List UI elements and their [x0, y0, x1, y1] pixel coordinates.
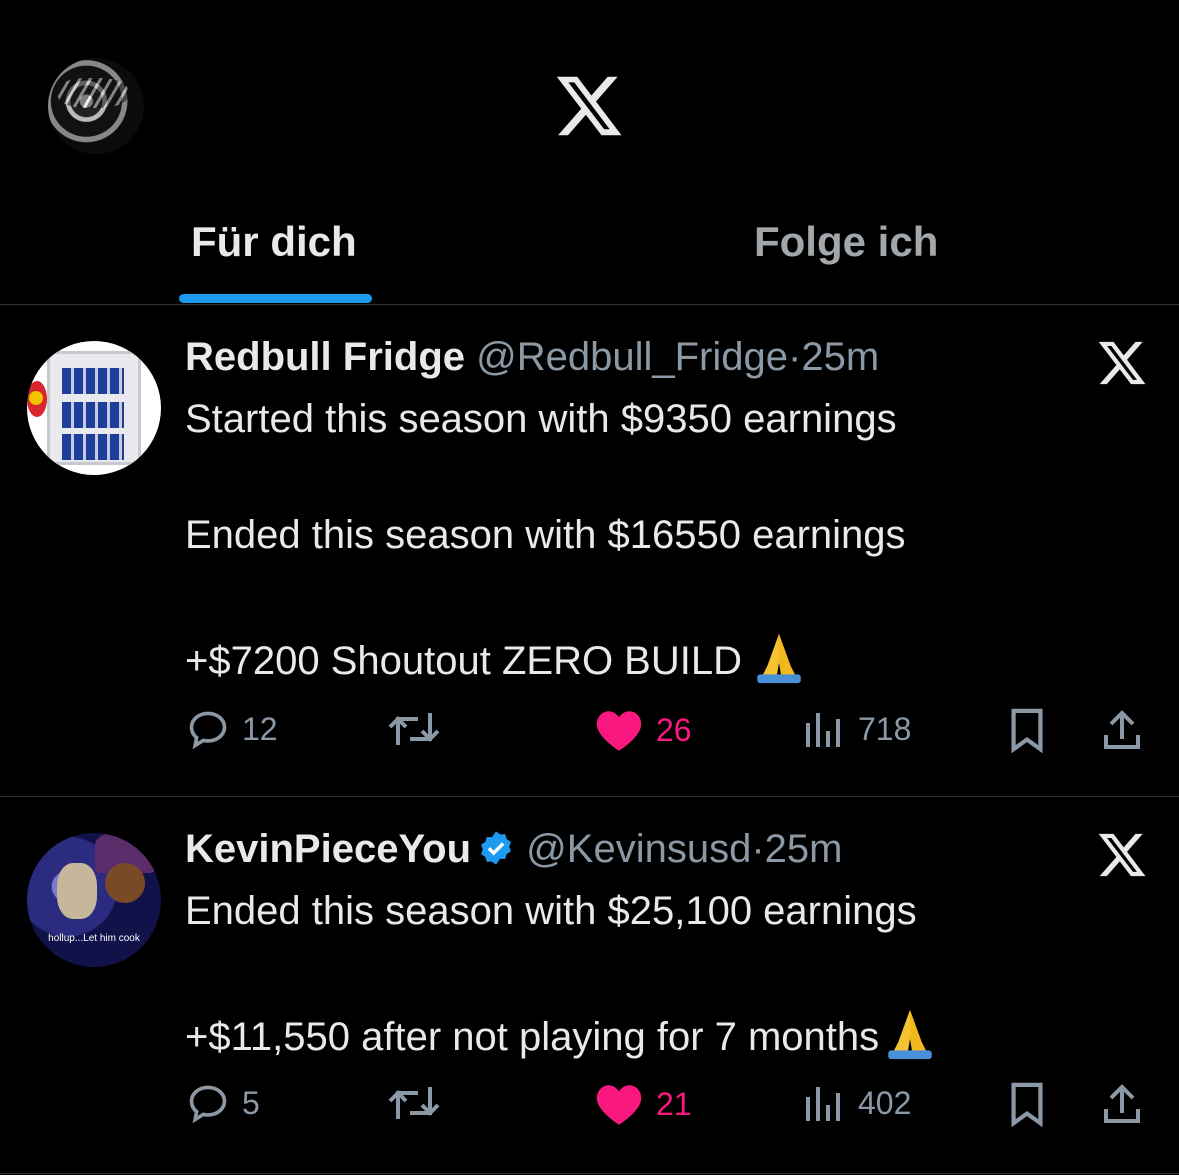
tweet[interactable]: Redbull Fridge @Redbull_Fridge·25m Start…: [0, 305, 1179, 797]
view-count: 402: [858, 1084, 912, 1121]
tab-following[interactable]: Folge ich: [754, 218, 938, 266]
repost-icon: [388, 713, 440, 745]
timestamp[interactable]: 25m: [801, 335, 879, 379]
tweet-text-line: Ended this season with $16550 earnings: [185, 513, 906, 557]
tweet-actions: 12 26 718: [0, 707, 1179, 757]
x-logo-icon: [1098, 341, 1146, 385]
tweet-text-line: +$11,550 after not playing for 7 months: [185, 1004, 939, 1062]
verified-badge-icon: [481, 831, 511, 865]
share-icon: [1104, 710, 1140, 749]
views-chart-icon: [806, 1087, 840, 1121]
user-handle[interactable]: @Kevinsusd: [526, 827, 751, 871]
reply-button[interactable]: 12: [186, 707, 278, 751]
views-button[interactable]: 718: [802, 707, 911, 751]
share-button[interactable]: [1098, 1081, 1146, 1129]
tweet-text-line: Ended this season with $25,100 earnings: [185, 889, 917, 933]
timestamp[interactable]: 25m: [765, 827, 843, 871]
display-name[interactable]: KevinPieceYou: [185, 827, 471, 871]
tweet-header: KevinPieceYou @Kevinsusd·25m: [185, 827, 842, 872]
reply-icon: [189, 711, 227, 750]
reply-button[interactable]: 5: [186, 1081, 260, 1125]
separator-dot: ·: [788, 335, 802, 379]
active-tab-indicator: [179, 294, 372, 303]
tweet-text: +$11,550 after not playing for 7 months: [185, 1015, 880, 1059]
bookmark-icon: [1011, 1082, 1043, 1127]
display-name[interactable]: Redbull Fridge: [185, 335, 465, 379]
views-button[interactable]: 402: [802, 1081, 911, 1125]
avatar-caption: hollup...Let him cook: [48, 933, 140, 944]
bookmark-button[interactable]: [1005, 1081, 1049, 1127]
timeline-tabs: Für dich Folge ich: [0, 200, 1179, 305]
tweet[interactable]: hollup...Let him cook KevinPieceYou @Kev…: [0, 797, 1179, 1174]
avatar[interactable]: [27, 341, 161, 475]
separator-dot: ·: [751, 827, 765, 871]
tweet-actions: 5 21 402: [0, 1081, 1179, 1131]
repost-button[interactable]: [386, 1081, 454, 1125]
tweet-text-line: +$7200 Shoutout ZERO BUILD: [185, 628, 808, 686]
like-button[interactable]: 26: [594, 707, 692, 753]
repost-button[interactable]: [386, 707, 454, 751]
share-button[interactable]: [1098, 707, 1146, 755]
heart-filled-icon: [596, 711, 642, 751]
views-chart-icon: [806, 713, 840, 747]
like-button[interactable]: 21: [594, 1081, 692, 1127]
view-count: 718: [858, 710, 912, 747]
repost-icon: [388, 1087, 440, 1119]
like-count: 21: [656, 1085, 692, 1122]
profile-avatar[interactable]: [48, 58, 144, 154]
tab-for-you[interactable]: Für dich: [191, 218, 357, 266]
avatar[interactable]: hollup...Let him cook: [27, 833, 161, 967]
reply-icon: [189, 1085, 227, 1124]
x-logo-icon: [1098, 833, 1146, 877]
top-bar: [0, 0, 1179, 200]
reply-count: 12: [242, 710, 278, 747]
tweet-header: Redbull Fridge @Redbull_Fridge·25m: [185, 335, 879, 380]
tweet-text-line: Started this season with $9350 earnings: [185, 397, 897, 441]
like-count: 26: [656, 711, 692, 748]
x-logo-icon: [556, 76, 622, 136]
share-icon: [1104, 1084, 1140, 1123]
tweet-text: +$7200 Shoutout ZERO BUILD: [185, 639, 742, 683]
reply-count: 5: [242, 1084, 260, 1121]
heart-filled-icon: [596, 1085, 642, 1125]
bookmark-icon: [1011, 708, 1043, 753]
user-handle[interactable]: @Redbull_Fridge: [476, 335, 788, 379]
bookmark-button[interactable]: [1005, 707, 1049, 753]
folded-hands-icon: [757, 633, 801, 684]
folded-hands-icon: [888, 1009, 932, 1060]
